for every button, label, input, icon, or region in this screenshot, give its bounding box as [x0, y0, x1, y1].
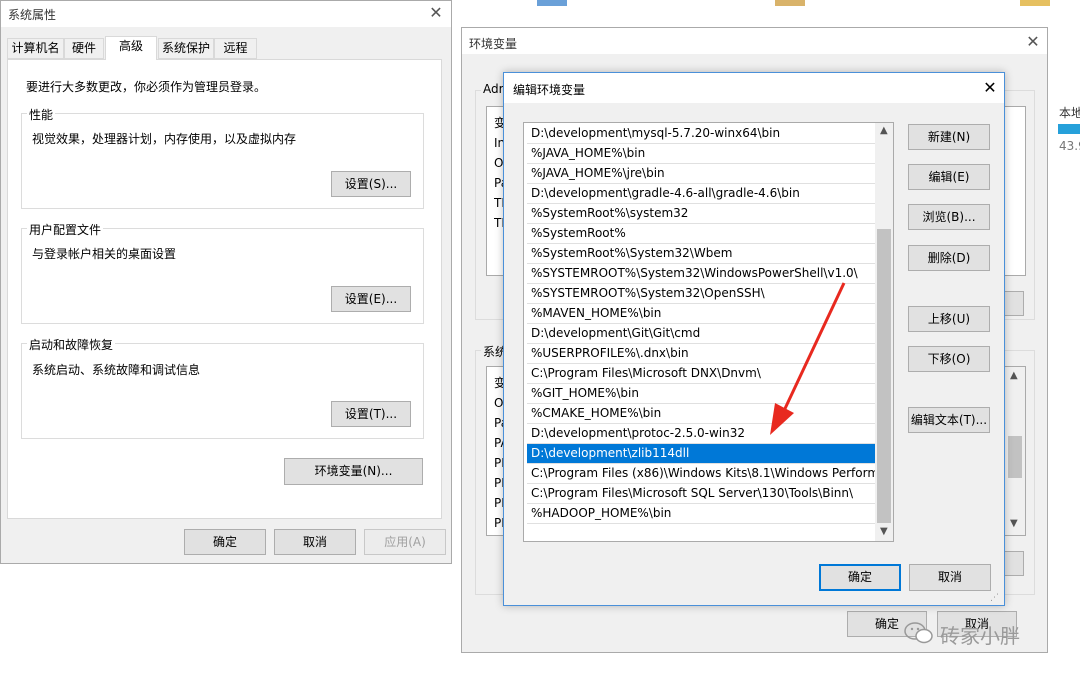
close-icon[interactable]: ✕: [979, 78, 1001, 98]
drive-label: 本地: [1059, 106, 1080, 120]
system-properties-window: 系统属性 ✕ 计算机名 硬件 高级 系统保护 远程 要进行大多数更改，你必须作为…: [0, 0, 452, 564]
apply-button[interactable]: 应用(A): [364, 529, 446, 555]
path-entry[interactable]: %SystemRoot%\system32: [527, 204, 876, 224]
window-title: 系统属性: [8, 8, 57, 22]
profiles-desc: 与登录帐户相关的桌面设置: [32, 247, 177, 261]
path-entry[interactable]: %JAVA_HOME%\jre\bin: [527, 164, 876, 184]
system-list-scroll-thumb[interactable]: [1008, 436, 1022, 478]
chevron-up-icon[interactable]: ▲: [1010, 370, 1018, 381]
annotation-arrow: [770, 282, 846, 435]
performance-desc: 视觉效果，处理器计划，内存使用，以及虚拟内存: [32, 132, 297, 146]
path-entry[interactable]: %SystemRoot%: [527, 224, 876, 244]
title-bar: 环境变量 ✕: [462, 28, 1047, 54]
edit-environment-variable-dialog: 编辑环境变量 ✕ D:\development\mysql-5.7.20-win…: [503, 72, 1005, 606]
tab-system-protection[interactable]: 系统保护: [158, 38, 214, 59]
drive-usage-bar: [1058, 124, 1080, 134]
startup-label: 启动和故障恢复: [27, 336, 116, 353]
window-title: 编辑环境变量: [513, 83, 586, 97]
startup-desc: 系统启动、系统故障和调试信息: [32, 363, 201, 377]
path-entry[interactable]: C:\Program Files\Microsoft SQL Server\13…: [527, 484, 876, 504]
desktop-icon-partial: [775, 0, 805, 6]
tab-remote[interactable]: 远程: [214, 38, 257, 59]
path-entry[interactable]: D:\development\gradle-4.6-all\gradle-4.6…: [527, 184, 876, 204]
list-scroll-thumb[interactable]: [877, 229, 891, 523]
path-entry[interactable]: %SystemRoot%\System32\Wbem: [527, 244, 876, 264]
wechat-logo-icon: [904, 622, 934, 644]
close-icon[interactable]: ✕: [425, 3, 447, 23]
watermark-text: 砖家小胖: [940, 624, 1020, 648]
chevron-up-icon[interactable]: ▲: [880, 125, 888, 136]
move-down-button[interactable]: 下移(O): [908, 346, 990, 372]
ok-button[interactable]: 确定: [184, 529, 266, 555]
path-entry[interactable]: %JAVA_HOME%\bin: [527, 144, 876, 164]
chevron-down-icon[interactable]: ▼: [880, 526, 888, 537]
admin-note: 要进行大多数更改，你必须作为管理员登录。: [26, 80, 267, 94]
tab-computer-name[interactable]: 计算机名: [7, 38, 64, 59]
path-entry[interactable]: D:\development\zlib114dll: [527, 444, 876, 464]
performance-label: 性能: [27, 106, 56, 123]
startup-settings-button[interactable]: 设置(T)...: [331, 401, 411, 427]
desktop-icon-partial: [537, 0, 567, 6]
window-title: 环境变量: [469, 37, 518, 51]
browse-button[interactable]: 浏览(B)...: [908, 204, 990, 230]
cancel-button[interactable]: 取消: [274, 529, 356, 555]
profiles-label: 用户配置文件: [27, 221, 104, 238]
chevron-down-icon[interactable]: ▼: [1010, 518, 1018, 529]
arrow-shaft: [780, 282, 846, 416]
arrow-head: [770, 403, 794, 435]
tab-advanced[interactable]: 高级: [105, 36, 157, 60]
path-entry[interactable]: D:\development\mysql-5.7.20-winx64\bin: [527, 124, 876, 144]
performance-settings-button[interactable]: 设置(S)...: [331, 171, 411, 197]
resize-grip-icon[interactable]: ⋰: [990, 593, 999, 603]
title-bar: 编辑环境变量 ✕: [504, 73, 1004, 103]
ok-button[interactable]: 确定: [819, 564, 901, 591]
profiles-settings-button[interactable]: 设置(E)...: [331, 286, 411, 312]
environment-variables-button[interactable]: 环境变量(N)...: [284, 458, 423, 485]
path-entry[interactable]: %HADOOP_HOME%\bin: [527, 504, 876, 524]
drive-size: 43.9: [1059, 139, 1080, 153]
close-icon[interactable]: ✕: [1022, 32, 1044, 52]
new-button[interactable]: 新建(N): [908, 124, 990, 150]
cancel-button[interactable]: 取消: [909, 564, 991, 591]
delete-button[interactable]: 删除(D): [908, 245, 990, 271]
edit-button[interactable]: 编辑(E): [908, 164, 990, 190]
title-bar: 系统属性 ✕: [1, 1, 451, 27]
edit-text-button[interactable]: 编辑文本(T)...: [908, 407, 990, 433]
desktop-icon-partial: [1020, 0, 1050, 6]
tab-hardware[interactable]: 硬件: [64, 38, 104, 59]
path-entry[interactable]: C:\Program Files (x86)\Windows Kits\8.1\…: [527, 464, 876, 484]
move-up-button[interactable]: 上移(U): [908, 306, 990, 332]
